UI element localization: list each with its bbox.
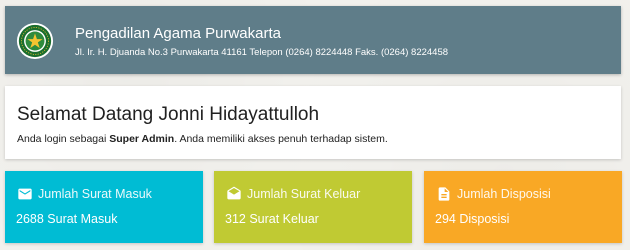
court-name: Pengadilan Agama Purwakarta xyxy=(75,25,281,42)
card-incoming-mail[interactable]: Jumlah Surat Masuk 2688 Surat Masuk xyxy=(5,171,203,243)
user-role: Super Admin xyxy=(109,133,175,145)
card-disposition[interactable]: Jumlah Disposisi 294 Disposisi xyxy=(424,171,622,243)
welcome-panel: Selamat Datang Jonni Hidayattulloh Anda … xyxy=(5,86,621,159)
welcome-message: Anda login sebagai Super Admin. Anda mem… xyxy=(17,133,388,145)
court-seal-icon xyxy=(16,22,54,60)
welcome-title: Selamat Datang Jonni Hidayattulloh xyxy=(17,104,320,125)
card-incoming-title: Jumlah Surat Masuk xyxy=(38,187,152,201)
app-header: Pengadilan Agama Purwakarta Jl. Ir. H. D… xyxy=(5,6,621,74)
card-outgoing-value: 312 Surat Keluar xyxy=(225,212,319,226)
welcome-text-before: Anda login sebagai xyxy=(17,133,110,145)
welcome-text-after: . Anda memiliki akses penuh terhadap sis… xyxy=(174,133,388,145)
card-outgoing-title: Jumlah Surat Keluar xyxy=(247,187,361,201)
card-disposition-value: 294 Disposisi xyxy=(435,212,510,226)
document-icon xyxy=(438,187,450,201)
card-disposition-title: Jumlah Disposisi xyxy=(457,187,551,201)
mail-open-icon xyxy=(227,186,241,200)
card-incoming-value: 2688 Surat Masuk xyxy=(16,212,118,226)
card-outgoing-mail[interactable]: Jumlah Surat Keluar 312 Surat Keluar xyxy=(214,171,412,243)
court-address: Jl. Ir. H. Djuanda No.3 Purwakarta 41161… xyxy=(75,47,449,58)
mail-icon xyxy=(18,188,32,200)
